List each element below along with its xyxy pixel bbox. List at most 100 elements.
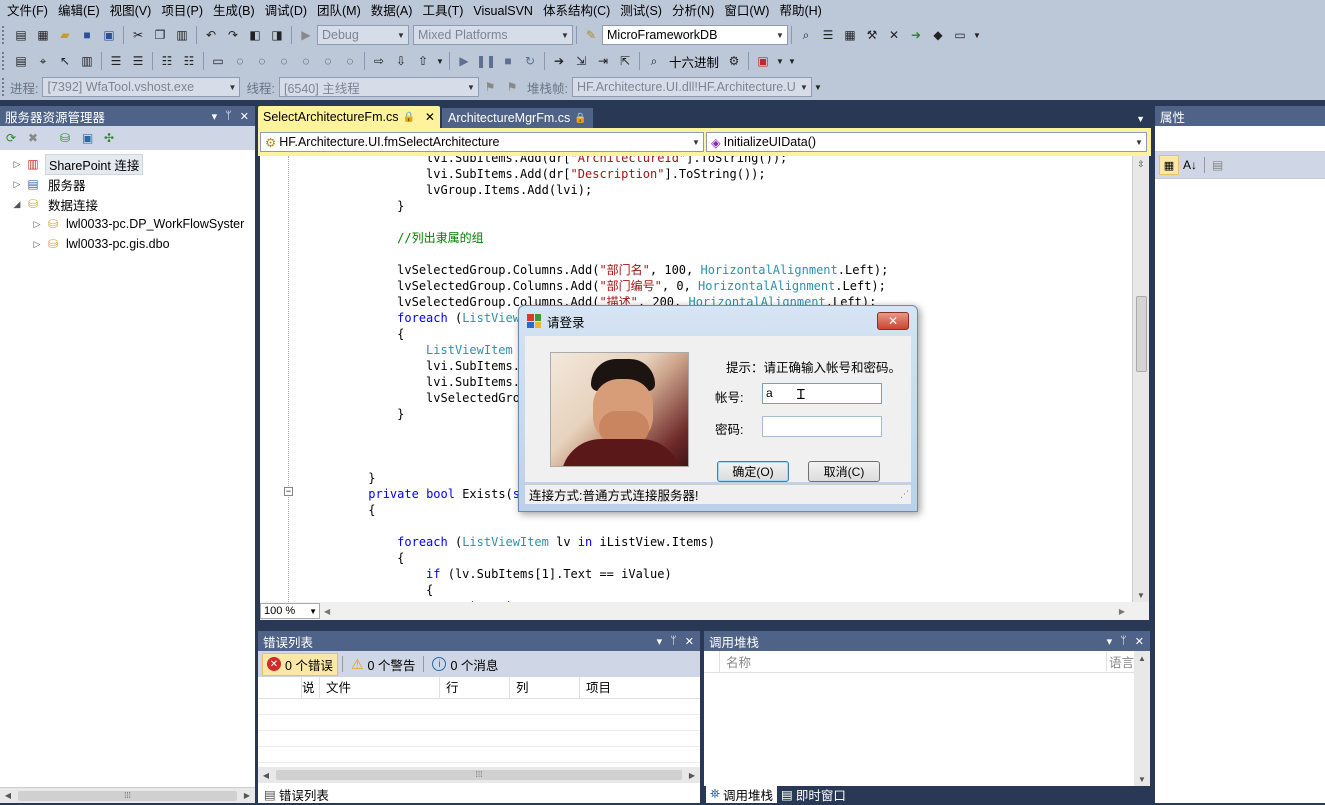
new-project-icon[interactable]: ▤	[10, 24, 32, 46]
tree-node-connection[interactable]: ▷ ⛁ lwl0033-pc.gis.dbo	[10, 234, 255, 254]
stop-icon[interactable]: ■	[497, 50, 519, 72]
horizontal-scrollbar[interactable]: ◀ ⁞⁞⁞ ▶	[0, 787, 255, 803]
tree-node-servers[interactable]: ▷ ▤ 服务器	[10, 174, 255, 194]
extension-manager-icon[interactable]: ◆	[927, 24, 949, 46]
menu-edit[interactable]: 编辑(E)	[53, 0, 105, 22]
outdent-icon[interactable]: ☰	[127, 50, 149, 72]
dialog-titlebar[interactable]: 请登录 ✕	[519, 306, 917, 336]
type-combo[interactable]: ⚙ HF.Architecture.UI.fmSelectArchitecture…	[260, 132, 704, 152]
redo-icon[interactable]: ↷	[222, 24, 244, 46]
expand-icon[interactable]: ▷	[10, 179, 24, 190]
navigate-forward-icon[interactable]: ◨	[266, 24, 288, 46]
error-list-hscrollbar[interactable]: ◀ ⁞⁞⁞ ▶	[258, 767, 700, 783]
tree-node-connection[interactable]: ▷ ⛁ lwl0033-pc.DP_WorkFlowSyster	[10, 214, 255, 234]
command-window-icon[interactable]: ▭	[949, 24, 971, 46]
expand-icon[interactable]: ▷	[30, 219, 44, 230]
scroll-left-icon[interactable]: ◀	[0, 791, 16, 800]
export-icon[interactable]: ➜	[905, 24, 927, 46]
sharepoint-connect-icon[interactable]: ✣	[104, 131, 122, 145]
tab-watch[interactable]: ▤ 监视 1	[406, 785, 464, 805]
breakpoints-icon[interactable]: ▣	[752, 50, 774, 72]
column-language[interactable]: 语言	[1106, 652, 1134, 671]
cancel-button[interactable]: 取消(C)	[808, 461, 880, 482]
menu-file[interactable]: 文件(F)	[2, 0, 53, 22]
column-file[interactable]: 文件	[320, 676, 440, 699]
menu-visualsvn[interactable]: VisualSVN	[468, 0, 538, 22]
chevron-down-icon[interactable]: ▼	[797, 78, 811, 96]
cut-icon[interactable]: ✂	[127, 24, 149, 46]
step-out-icon[interactable]: ⇱	[614, 50, 636, 72]
scroll-down-icon[interactable]: ▼	[1133, 591, 1149, 600]
toolbar-grip[interactable]	[2, 52, 6, 70]
chevron-down-icon[interactable]: ▼	[225, 78, 239, 96]
restart-icon[interactable]: ↻	[519, 50, 541, 72]
menu-build[interactable]: 生成(B)	[208, 0, 260, 22]
tools-icon[interactable]: ✕	[883, 24, 905, 46]
solution-explorer-icon[interactable]: ⌕	[795, 24, 817, 46]
pin-icon[interactable]: ᛘ	[670, 635, 677, 648]
continue-icon[interactable]: ▶	[453, 50, 475, 72]
tab-architecture-mgr[interactable]: ArchitectureMgrFm.cs 🔒	[441, 108, 593, 128]
step-down-icon[interactable]: ⇩	[390, 50, 412, 72]
window-position-icon[interactable]: ▾	[657, 635, 663, 648]
tab-locals[interactable]: ▤ 局部变量	[333, 785, 406, 805]
comment-icon[interactable]: ☷	[156, 50, 178, 72]
copy-icon[interactable]: ❐	[149, 24, 171, 46]
scroll-right-icon[interactable]: ▶	[239, 791, 255, 800]
chevron-down-icon[interactable]: ▼	[558, 26, 572, 44]
chevron-down-icon[interactable]: ▼	[786, 50, 798, 72]
pin-icon[interactable]: ᛘ	[225, 110, 232, 123]
pointer-icon[interactable]: ↖	[54, 50, 76, 72]
scroll-right-icon[interactable]: ▶	[1119, 607, 1125, 616]
menu-architecture[interactable]: 体系结构(C)	[538, 0, 615, 22]
menu-tools[interactable]: 工具(T)	[417, 0, 468, 22]
close-icon[interactable]: ✕	[877, 312, 909, 330]
properties-object-combo[interactable]	[1155, 126, 1325, 152]
column-name[interactable]: 名称	[720, 652, 1106, 671]
chevron-down-icon[interactable]: ▼	[464, 78, 478, 96]
splitter-icon[interactable]: ⇳	[1133, 156, 1149, 172]
navigate-backward-icon[interactable]: ◧	[244, 24, 266, 46]
tab-dropdown-icon[interactable]: ▼	[1136, 114, 1151, 128]
menu-team[interactable]: 团队(M)	[312, 0, 366, 22]
tab-error-list[interactable]: ▤ 错误列表	[260, 786, 333, 803]
tab-call-stack[interactable]: ⛯ 调用堆栈	[706, 786, 778, 803]
messages-filter-button[interactable]: i0 个消息	[428, 654, 502, 675]
ok-button[interactable]: 确定(O)	[717, 461, 789, 482]
toolbar-grip[interactable]	[2, 78, 6, 96]
scroll-left-icon[interactable]: ◀	[324, 607, 330, 616]
window-position-icon[interactable]: ▾	[1107, 635, 1113, 648]
step-into-icon[interactable]: ⇲	[570, 50, 592, 72]
tree-node-sharepoint[interactable]: ▷ ▥ SharePoint 连接	[10, 153, 255, 175]
alphabetical-icon[interactable]: A↓	[1183, 158, 1197, 172]
tree-node-data-connections[interactable]: ◢ ⛁ 数据连接	[10, 194, 255, 214]
column-description[interactable]: 说	[302, 676, 320, 699]
close-icon[interactable]: ✕	[240, 110, 249, 123]
properties-window-icon[interactable]: ☰	[817, 24, 839, 46]
collapse-region-icon[interactable]: −	[284, 487, 293, 496]
call-stack-vscrollbar[interactable]: ▲ ▼	[1134, 651, 1150, 786]
collapse-icon[interactable]: ◢	[10, 199, 24, 210]
chevron-down-icon[interactable]: ▼	[812, 76, 824, 98]
zoom-icon[interactable]: ⌖	[32, 50, 54, 72]
paste-icon[interactable]: ▥	[171, 24, 193, 46]
chevron-down-icon[interactable]: ▼	[689, 133, 703, 151]
bookmark-toggle-icon[interactable]: ◌	[339, 50, 361, 72]
close-icon[interactable]: ✕	[685, 635, 694, 648]
menu-help[interactable]: 帮助(H)	[774, 0, 826, 22]
menu-project[interactable]: 项目(P)	[156, 0, 208, 22]
toolbox-icon[interactable]: ⚒	[861, 24, 883, 46]
close-icon[interactable]: ✕	[1135, 635, 1144, 648]
menu-window[interactable]: 窗口(W)	[719, 0, 774, 22]
expand-icon[interactable]: ▷	[30, 239, 44, 250]
chevron-down-icon[interactable]: ▼	[1132, 133, 1146, 151]
hex-display-button[interactable]: 十六进制	[665, 52, 723, 71]
stop-refresh-icon[interactable]: ✖	[28, 131, 46, 145]
bookmark-clear-icon[interactable]: ◌	[295, 50, 317, 72]
bookmark-list-icon[interactable]: ◌	[317, 50, 339, 72]
expand-icon[interactable]: ▷	[10, 159, 24, 170]
scrollbar-thumb[interactable]: ⁞⁞⁞	[18, 790, 237, 801]
add-item-icon[interactable]: ▦	[32, 24, 54, 46]
chevron-down-icon[interactable]: ▼	[774, 50, 786, 72]
scroll-down-icon[interactable]: ▼	[1134, 775, 1150, 784]
